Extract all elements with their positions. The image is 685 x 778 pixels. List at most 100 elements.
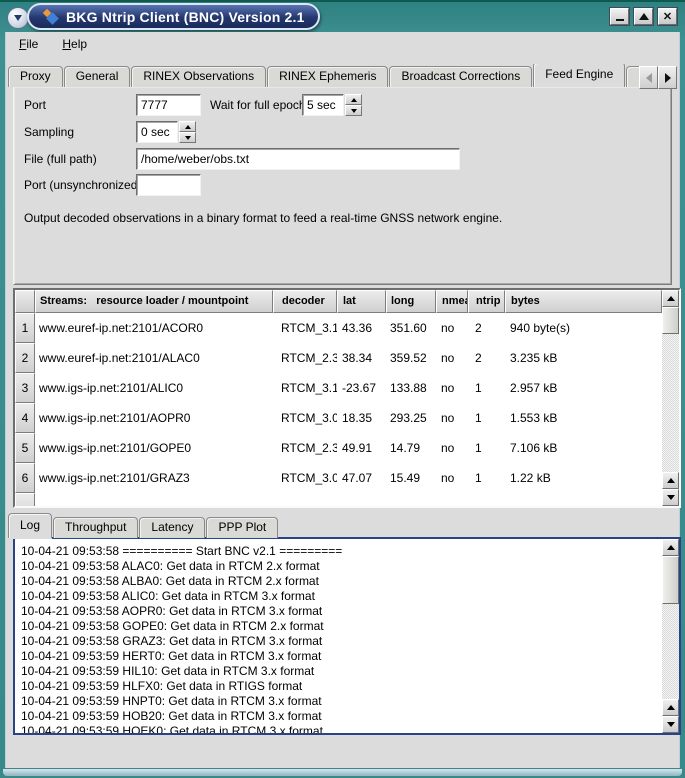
cell-nmea: no — [436, 373, 468, 403]
tab-latency[interactable]: Latency — [139, 517, 205, 538]
cell-decoder: RTCM_3.1 — [273, 373, 337, 403]
cell-mountpoint: www.igs-ip.net:2101/GRAZ3 — [35, 463, 273, 493]
tab-ppp-plot[interactable]: PPP Plot — [206, 517, 278, 538]
column-header-ntrip[interactable]: ntrip — [468, 290, 505, 313]
scrollbar-thumb[interactable] — [662, 556, 679, 604]
scroll-up-button-alt[interactable] — [662, 699, 679, 716]
wait-epoch-spinbox[interactable]: 5 sec — [302, 94, 362, 116]
window-content: File Help ProxyGeneralRINEX Observations… — [5, 32, 680, 768]
cell-decoder: RTCM_2.3 — [273, 343, 337, 373]
streams-table: Streams: resource loader / mountpointdec… — [13, 288, 681, 508]
column-header-mountpoint[interactable]: Streams: resource loader / mountpoint — [35, 290, 273, 313]
row-number[interactable]: 4 — [15, 403, 35, 433]
column-header-index[interactable] — [15, 290, 35, 313]
spin-up-button[interactable] — [179, 121, 196, 132]
table-row[interactable]: 5www.igs-ip.net:2101/GOPE0RTCM_2.349.911… — [15, 433, 662, 463]
log-scrollbar[interactable] — [662, 539, 679, 733]
cell-mountpoint: www.igs-ip.net:2101/AOPR0 — [35, 403, 273, 433]
arrow-down-icon — [667, 495, 675, 500]
table-row[interactable]: 6www.igs-ip.net:2101/GRAZ3RTCM_3.047.071… — [15, 463, 662, 493]
log-line: 10-04-21 09:53:58 ALBA0: Get data in RTC… — [21, 574, 662, 589]
wait-epoch-value[interactable]: 5 sec — [302, 94, 344, 116]
window-menu-button[interactable] — [7, 7, 29, 29]
scrollbar-track[interactable] — [662, 604, 679, 699]
spin-down-button[interactable] — [345, 105, 362, 116]
scrollbar-track[interactable] — [662, 334, 679, 472]
table-row[interactable]: 1www.euref-ip.net:2101/ACOR0RTCM_3.143.3… — [15, 313, 662, 343]
table-scrollbar[interactable] — [662, 290, 679, 506]
port-unsync-label: Port (unsynchronized) — [24, 178, 141, 192]
scrollbar-thumb[interactable] — [662, 307, 679, 334]
arrow-up-icon — [667, 545, 675, 550]
bottom-tab-bar: LogThroughputLatencyPPP Plot — [8, 515, 279, 538]
spin-up-button[interactable] — [345, 94, 362, 105]
tab-proxy[interactable]: Proxy — [8, 66, 63, 87]
table-row[interactable]: 2www.euref-ip.net:2101/ALAC0RTCM_2.338.3… — [15, 343, 662, 373]
table-row[interactable]: 3www.igs-ip.net:2101/ALIC0RTCM_3.1-23.67… — [15, 373, 662, 403]
close-button[interactable]: ✕ — [658, 8, 677, 25]
stream-rows: 1www.euref-ip.net:2101/ACOR0RTCM_3.143.3… — [15, 313, 662, 506]
file-path-input[interactable]: /home/weber/obs.txt — [136, 148, 460, 170]
streams-table-main: Streams: resource loader / mountpointdec… — [15, 290, 662, 506]
cell-mountpoint: www.igs-ip.net:2101/ALIC0 — [35, 373, 273, 403]
cell-long: 15.49 — [386, 463, 436, 493]
tab-rinex-observations[interactable]: RINEX Observations — [131, 66, 266, 87]
port-input[interactable]: 7777 — [136, 94, 201, 116]
streams-table-header: Streams: resource loader / mountpointdec… — [15, 290, 662, 313]
arrow-down-icon — [351, 109, 357, 113]
feed-engine-panel: Port 7777 Wait for full epoch 5 sec Samp… — [13, 86, 672, 285]
cell-nmea: no — [436, 313, 468, 343]
row-number[interactable]: 1 — [15, 313, 35, 343]
tab-broadcast-corrections[interactable]: Broadcast Corrections — [389, 66, 532, 87]
table-row-stub — [15, 493, 662, 506]
log-line: 10-04-21 09:53:59 HERT0: Get data in RTC… — [21, 649, 662, 664]
column-header-lat[interactable]: lat — [337, 290, 386, 313]
sampling-value[interactable]: 0 sec — [136, 121, 178, 143]
row-number[interactable]: 5 — [15, 433, 35, 463]
maximize-button[interactable] — [634, 8, 653, 25]
cell-ntrip: 1 — [468, 373, 505, 403]
column-header-nmea[interactable]: nmea — [436, 290, 468, 313]
cell-nmea: no — [436, 403, 468, 433]
row-number[interactable]: 2 — [15, 343, 35, 373]
tab-log[interactable]: Log — [8, 513, 52, 538]
spin-down-button[interactable] — [179, 132, 196, 143]
tab-scroll-left-button[interactable] — [639, 66, 658, 89]
tab-general[interactable]: General — [64, 66, 131, 87]
column-header-bytes[interactable]: bytes — [505, 290, 662, 313]
column-header-decoder[interactable]: decoder — [273, 290, 337, 313]
tab-serial-outp[interactable]: Serial Outp — [626, 66, 640, 87]
cell-long: 293.25 — [386, 403, 436, 433]
cell-lat: 43.36 — [337, 313, 386, 343]
cell-nmea: no — [436, 433, 468, 463]
scroll-down-button[interactable] — [662, 489, 679, 506]
tab-scroll-right-button[interactable] — [658, 66, 677, 89]
title-bar[interactable]: BKG Ntrip Client (BNC) Version 2.1 ✕ — [0, 0, 685, 32]
scroll-down-button[interactable] — [662, 716, 679, 733]
menu-item-file[interactable]: File — [19, 37, 38, 51]
cell-lat: -23.67 — [337, 373, 386, 403]
scroll-up-button[interactable] — [662, 539, 679, 556]
log-output[interactable]: 10-04-21 09:53:58 ========== Start BNC v… — [15, 539, 662, 733]
sampling-spinbox[interactable]: 0 sec — [136, 121, 196, 143]
port-unsync-input[interactable] — [136, 174, 201, 196]
table-row[interactable]: 4www.igs-ip.net:2101/AOPR0RTCM_3.018.352… — [15, 403, 662, 433]
column-header-long[interactable]: long — [386, 290, 436, 313]
row-number[interactable]: 3 — [15, 373, 35, 403]
cell-bytes: 1.22 kB — [505, 463, 662, 493]
minimize-button[interactable] — [610, 8, 629, 25]
cell-lat: 49.91 — [337, 433, 386, 463]
arrow-up-icon — [351, 98, 357, 102]
scroll-up-button[interactable] — [662, 290, 679, 307]
log-line: 10-04-21 09:53:58 AOPR0: Get data in RTC… — [21, 604, 662, 619]
title-capsule: BKG Ntrip Client (BNC) Version 2.1 — [27, 3, 320, 30]
tab-throughput[interactable]: Throughput — [53, 517, 138, 538]
row-number[interactable]: 6 — [15, 463, 35, 493]
tab-rinex-ephemeris[interactable]: RINEX Ephemeris — [267, 66, 388, 87]
scroll-up-button-alt[interactable] — [662, 472, 679, 489]
file-path-label: File (full path) — [24, 152, 97, 166]
tab-feed-engine[interactable]: Feed Engine — [533, 64, 625, 87]
arrow-down-icon — [667, 722, 675, 727]
menu-item-help[interactable]: Help — [62, 37, 87, 51]
cell-bytes: 940 byte(s) — [505, 313, 662, 343]
